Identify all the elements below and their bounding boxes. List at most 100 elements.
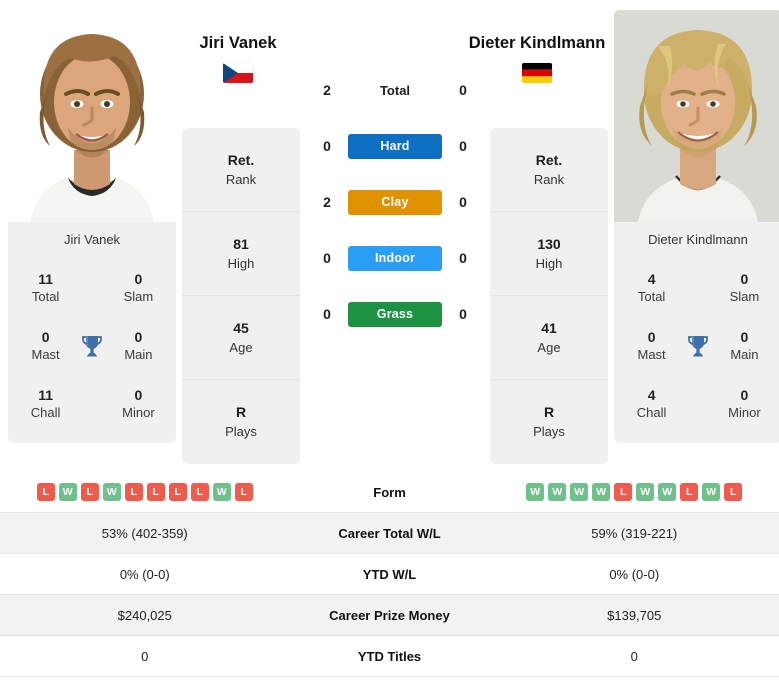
right-titles-slam: 0 Slam: [729, 271, 760, 304]
h2h-clay-right: 0: [459, 194, 467, 210]
right-player-photo: [614, 10, 779, 222]
right-titles-row-2: 0 Mast 0 Main: [620, 317, 776, 375]
form-badge-l: L: [190, 483, 209, 501]
h2h-grass-right: 0: [459, 306, 467, 322]
left-ytd-wl: 0% (0-0): [119, 566, 170, 582]
form-badge-l: L: [80, 483, 99, 501]
form-badge-w: W: [102, 483, 121, 501]
form-badge-w: W: [636, 483, 655, 501]
right-titles-row-1: 4 Total 0 Slam: [620, 259, 776, 317]
form-badge-l: L: [724, 483, 743, 501]
form-badge-l: L: [680, 483, 699, 501]
h2h-total-left: 2: [323, 82, 331, 98]
form-badge-w: W: [526, 483, 545, 501]
surface-badge-clay[interactable]: Clay: [348, 189, 442, 215]
right-stat-column: Ret. Rank 130 High 41 Age R Plays: [490, 128, 608, 464]
form-badge-w: W: [58, 483, 77, 501]
h2h-grass-left: 0: [323, 306, 331, 322]
form-badge-l: L: [234, 483, 253, 501]
trophy-icon: [77, 333, 107, 359]
form-badge-w: W: [592, 483, 611, 501]
comparison-table: LWLWLLLLWL Form WWWWLWWLWL 53% (402-359)…: [0, 472, 779, 677]
right-stat-rank: Ret. Rank: [490, 128, 608, 212]
table-row-ytd-wl: 0% (0-0) YTD W/L 0% (0-0): [0, 554, 779, 595]
right-ytd-titles: 0: [630, 648, 638, 664]
left-titles-minor: 0 Minor: [122, 387, 155, 420]
left-ytd-titles: 0: [141, 648, 149, 664]
head-to-head-panel: 2 Total 0 0 Hard 0 2 Clay 0 0 Indoor 0 0…: [306, 10, 484, 342]
form-badge-w: W: [658, 483, 677, 501]
form-badge-l: L: [614, 483, 633, 501]
left-titles-row-3: 11 Chall 0 Minor: [14, 375, 170, 433]
h2h-row-total: 2 Total 0: [306, 62, 484, 118]
left-titles-total: 11 Total: [31, 271, 60, 304]
left-stat-high: 81 High: [182, 212, 300, 296]
form-badge-w: W: [548, 483, 567, 501]
h2h-row-grass: 0 Grass 0: [306, 286, 484, 342]
surface-badge-hard[interactable]: Hard: [348, 133, 442, 159]
right-form-strip: WWWWLWWLWL: [490, 483, 779, 501]
left-player-card[interactable]: Jiri Vanek 11 Total 0 Slam 0 Mast 0 Main…: [8, 10, 176, 443]
table-row-ytd-titles: 0 YTD Titles 0: [0, 636, 779, 677]
h2h-row-indoor: 0 Indoor 0: [306, 230, 484, 286]
form-badge-l: L: [146, 483, 165, 501]
right-career-prize-money: $139,705: [607, 607, 662, 623]
left-stat-age: 45 Age: [182, 296, 300, 380]
left-titles-chall: 11 Chall: [30, 387, 61, 420]
h2h-row-clay: 2 Clay 0: [306, 174, 484, 230]
right-titles-chall: 4 Chall: [636, 387, 667, 420]
right-player-photo-caption: Dieter Kindlmann: [614, 222, 779, 259]
form-badge-l: L: [124, 483, 143, 501]
right-titles-main: 0 Main: [730, 329, 759, 362]
table-row-form: LWLWLLLLWL Form WWWWLWWLWL: [0, 472, 779, 513]
trophy-icon: [683, 333, 713, 359]
right-ytd-wl: 0% (0-0): [609, 566, 660, 582]
surface-badge-indoor[interactable]: Indoor: [348, 245, 442, 271]
left-form-strip: LWLWLLLLWL: [0, 483, 290, 501]
table-row-career-total-wl: 53% (402-359) Career Total W/L 59% (319-…: [0, 513, 779, 554]
right-player-card[interactable]: Dieter Kindlmann 4 Total 0 Slam 0 Mast 0…: [614, 10, 779, 443]
right-titles-row-3: 4 Chall 0 Minor: [620, 375, 776, 433]
left-player-photo: [8, 10, 176, 222]
row-label-career-prize-money: Career Prize Money: [329, 607, 450, 623]
left-titles-slam: 0 Slam: [123, 271, 154, 304]
left-titles-row-2: 0 Mast 0 Main: [14, 317, 170, 375]
row-label-career-total-wl: Career Total W/L: [338, 525, 441, 541]
h2h-total-label: Total: [379, 82, 411, 98]
left-titles-main: 0 Main: [124, 329, 153, 362]
h2h-indoor-left: 0: [323, 250, 331, 266]
player-comparison-page: Jiri Vanek Dieter Kindlmann Jiri Vanek 1…: [0, 0, 779, 699]
left-titles-mast: 0 Mast: [31, 329, 60, 362]
right-form-cell: WWWWLWWLWL: [490, 483, 779, 501]
form-badge-l: L: [36, 483, 55, 501]
left-stat-plays: R Plays: [225, 404, 257, 439]
comparison-area: Jiri Vanek 11 Total 0 Slam 0 Mast 0 Main…: [0, 0, 779, 472]
form-badge-w: W: [212, 483, 231, 501]
left-stat-column: Ret. Rank 81 High 45 Age R Plays: [182, 128, 300, 464]
right-titles-grid: 4 Total 0 Slam 0 Mast 0 Main 4 Chall 0 M…: [614, 259, 779, 443]
h2h-clay-left: 2: [323, 194, 331, 210]
right-stat-age: 41 Age: [490, 296, 608, 380]
right-career-total-wl: 59% (319-221): [591, 525, 678, 541]
h2h-hard-left: 0: [323, 138, 331, 154]
left-career-prize-money: $240,025: [117, 607, 172, 623]
left-player-photo-caption: Jiri Vanek: [8, 222, 176, 259]
form-badge-l: L: [168, 483, 187, 501]
left-titles-grid: 11 Total 0 Slam 0 Mast 0 Main 11 Chall 0…: [8, 259, 176, 443]
row-label-ytd-wl: YTD W/L: [362, 566, 417, 582]
surface-badge-grass[interactable]: Grass: [348, 301, 442, 327]
right-titles-total: 4 Total: [637, 271, 666, 304]
h2h-hard-right: 0: [459, 138, 467, 154]
form-badge-w: W: [570, 483, 589, 501]
h2h-total-right: 0: [459, 82, 467, 98]
left-career-total-wl: 53% (402-359): [101, 525, 188, 541]
left-stat-rank: Ret. Rank: [182, 128, 300, 212]
right-stat-high: 130 High: [490, 212, 608, 296]
h2h-row-hard: 0 Hard 0: [306, 118, 484, 174]
left-titles-row-1: 11 Total 0 Slam: [14, 259, 170, 317]
row-label-ytd-titles: YTD Titles: [357, 648, 422, 664]
right-stat-plays: R Plays: [533, 404, 565, 439]
form-badge-w: W: [702, 483, 721, 501]
row-label-form: Form: [373, 484, 406, 500]
h2h-indoor-right: 0: [459, 250, 467, 266]
